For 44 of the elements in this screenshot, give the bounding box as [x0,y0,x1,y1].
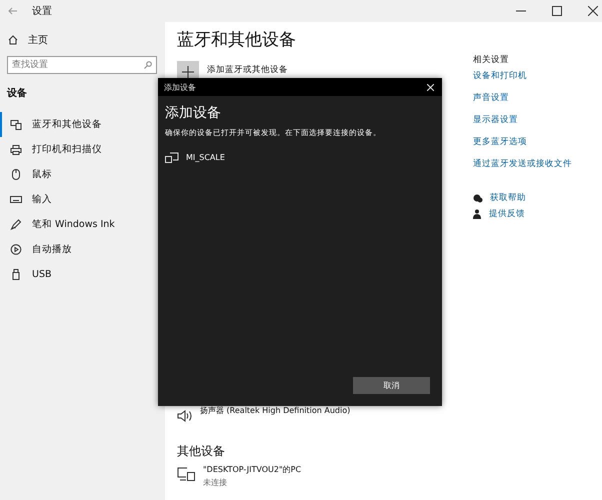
window-title: 设置 [32,4,52,18]
autoplay-icon [10,244,22,255]
usb-drive-icon [10,269,22,280]
settings-link[interactable]: 更多蓝牙选项 [473,136,527,148]
device-status: 未连接 [203,477,228,488]
section-heading: 其他设备 [177,443,226,460]
page-heading: 蓝牙和其他设备 [177,29,297,51]
cancel-button[interactable]: 取消 [353,377,430,394]
settings-link[interactable]: 声音设置 [473,92,509,104]
settings-link[interactable]: 设备和打印机 [473,70,527,82]
sidebar-item[interactable]: 打印机和扫描仪 [0,137,165,162]
help-link[interactable]: 获取帮助 [490,192,526,204]
sidebar-item[interactable]: 输入 [0,187,165,212]
settings-link[interactable]: 通过蓝牙发送或接收文件 [473,158,572,170]
dialog-title: 添加设备 [164,82,196,92]
home-icon [8,35,18,45]
keyboard-icon [10,196,22,203]
devices-icon [10,120,22,130]
computer-icon [177,467,195,481]
sidebar-item[interactable]: USB [0,262,165,287]
device-name: 扬声器 (Realtek High Definition Audio) [200,405,350,416]
mouse-icon [10,169,22,180]
help-link[interactable]: 提供反馈 [489,208,525,220]
sidebar-item[interactable]: 笔和 Windows Ink [0,212,165,237]
search-field[interactable]: 查找设置 [7,56,157,74]
close-icon[interactable] [588,6,598,16]
home-link[interactable]: 主页 [0,32,165,48]
speaker-icon [177,409,194,423]
related-settings-heading: 相关设置 [473,54,509,66]
sidebar-item[interactable]: 鼠标 [0,162,165,187]
maximize-icon[interactable] [552,6,562,16]
device-name: "DESKTOP-JITVOU2"的PC [203,464,302,475]
help-chat-icon [473,194,483,202]
printer-icon [10,144,22,154]
settings-link[interactable]: 显示器设置 [473,114,518,126]
device-list-item[interactable]: MI_SCALE [165,152,434,163]
sidebar-item[interactable]: 自动播放 [0,237,165,262]
section-heading: 设备 [7,86,28,100]
device-icon [165,152,179,163]
plus-icon [182,66,194,78]
pen-icon [10,219,22,230]
feedback-person-icon [473,209,482,219]
search-icon [144,61,152,69]
dialog-heading: 添加设备 [165,104,222,122]
